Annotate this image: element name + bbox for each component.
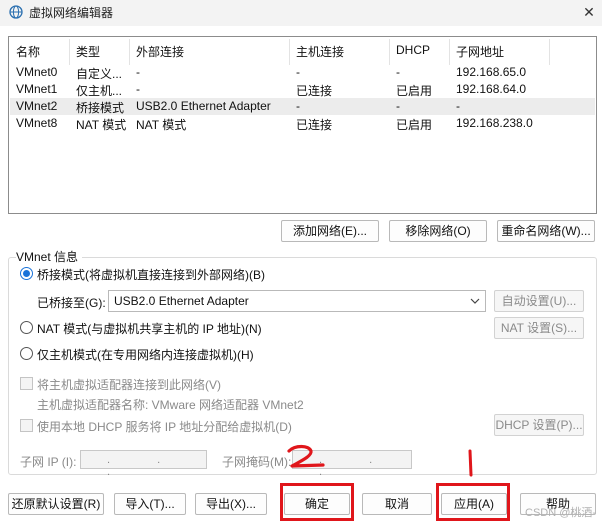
connect-adapter-label[interactable]: 将主机虚拟适配器连接到此网络(V) (37, 376, 221, 393)
table-cell: NAT 模式 (76, 118, 127, 132)
table-cell: 仅主机... (76, 84, 123, 98)
connect-adapter-checkbox[interactable] (20, 377, 33, 390)
bridged-adapter-value: USB2.0 Ethernet Adapter (114, 294, 249, 308)
subnet-ip-label: 子网 IP (I): (20, 455, 77, 469)
table-cell: 桥接模式 (76, 101, 125, 115)
table-cell: 已启用 (396, 118, 433, 132)
network-list[interactable]: 名称 类型 外部连接 主机连接 DHCP 子网地址 VMnet0 自定义... … (8, 36, 597, 214)
column-divider (289, 39, 290, 65)
add-network-button[interactable]: 添加网络(E)... (281, 220, 379, 242)
column-divider (69, 39, 70, 65)
table-row-selected[interactable]: VMnet2 桥接模式 USB2.0 Ethernet Adapter - - … (10, 98, 595, 115)
column-header-name[interactable]: 名称 (16, 43, 40, 61)
bridged-mode-radio[interactable] (20, 267, 33, 280)
annotation-number-2 (287, 444, 325, 468)
column-divider (549, 39, 550, 65)
bridged-mode-label[interactable]: 桥接模式(将虚拟机直接连接到外部网络)(B) (37, 266, 265, 283)
globe-icon (9, 5, 23, 19)
column-divider (389, 39, 390, 65)
table-cell: - (456, 99, 460, 113)
table-cell: VMnet0 (16, 65, 58, 79)
bridged-adapter-select[interactable]: USB2.0 Ethernet Adapter (108, 290, 486, 312)
dhcp-label[interactable]: 使用本地 DHCP 服务将 IP 地址分配给虚拟机(D) (37, 418, 292, 435)
auto-settings-button[interactable]: 自动设置(U)... (494, 290, 584, 312)
host-only-radio[interactable] (20, 347, 33, 360)
subnet-mask-label: 子网掩码(M): (222, 455, 292, 469)
watermark: CSDN @桃酒- (525, 507, 597, 519)
table-row[interactable]: VMnet1 仅主机... - 已连接 已启用 192.168.64.0 (10, 81, 595, 98)
column-header-subnet[interactable]: 子网地址 (456, 43, 504, 61)
ip-separator: . . . (319, 454, 395, 478)
table-cell: VMnet2 (16, 99, 58, 113)
table-cell: 自定义... (76, 67, 123, 81)
table-cell: VMnet1 (16, 82, 58, 96)
column-divider (449, 39, 450, 65)
annotation-number-1 (468, 449, 473, 477)
table-cell: - (296, 65, 300, 79)
column-divider (129, 39, 130, 65)
table-cell: 192.168.238.0 (456, 116, 533, 130)
chevron-down-icon (470, 298, 480, 304)
remove-network-button[interactable]: 移除网络(O) (389, 220, 487, 242)
subnet-ip-field[interactable]: . . . (80, 450, 207, 478)
close-icon[interactable]: ✕ (578, 3, 600, 21)
vmnet-info-title: VMnet 信息 (16, 248, 83, 265)
host-only-label[interactable]: 仅主机模式(在专用网络内连接虚拟机)(H) (37, 346, 254, 363)
table-cell: 已启用 (396, 84, 433, 98)
column-header-host[interactable]: 主机连接 (296, 43, 344, 61)
import-button[interactable]: 导入(T)... (114, 493, 186, 515)
export-button[interactable]: 导出(X)... (195, 493, 267, 515)
table-cell: VMnet8 (16, 116, 58, 130)
table-cell: - (396, 99, 400, 113)
dhcp-settings-button[interactable]: DHCP 设置(P)... (494, 414, 584, 436)
column-header-external[interactable]: 外部连接 (136, 43, 184, 61)
table-row[interactable]: VMnet0 自定义... - - - 192.168.65.0 (10, 64, 595, 81)
table-cell: - (296, 99, 300, 113)
table-cell: 已连接 (296, 84, 333, 98)
rename-network-button[interactable]: 重命名网络(W)... (497, 220, 595, 242)
ip-separator: . . . (107, 454, 183, 478)
column-header-type[interactable]: 类型 (76, 43, 100, 61)
table-cell: USB2.0 Ethernet Adapter (136, 99, 271, 113)
adapter-name-label: 主机虚拟适配器名称: VMware 网络适配器 VMnet2 (37, 398, 304, 412)
table-cell: 已连接 (296, 118, 333, 132)
nat-mode-label[interactable]: NAT 模式(与虚拟机共享主机的 IP 地址)(N) (37, 320, 262, 337)
cancel-button[interactable]: 取消 (362, 493, 432, 515)
table-cell: - (396, 65, 400, 79)
annotation-box-apply (436, 483, 510, 521)
window-title: 虚拟网络编辑器 (29, 6, 114, 20)
table-cell: NAT 模式 (136, 118, 187, 132)
nat-mode-radio[interactable] (20, 321, 33, 334)
nat-settings-button[interactable]: NAT 设置(S)... (494, 317, 584, 339)
table-cell: 192.168.65.0 (456, 65, 527, 79)
dhcp-checkbox[interactable] (20, 419, 33, 432)
table-row[interactable]: VMnet8 NAT 模式 NAT 模式 已连接 已启用 192.168.238… (10, 115, 595, 132)
bridged-to-label: 已桥接至(G): (37, 296, 106, 310)
restore-defaults-button[interactable]: 还原默认设置(R) (8, 493, 104, 515)
column-header-dhcp[interactable]: DHCP (396, 43, 430, 61)
table-cell: - (136, 65, 140, 79)
table-cell: - (136, 82, 140, 96)
table-cell: 192.168.64.0 (456, 82, 527, 96)
annotation-box-ok (280, 483, 354, 521)
